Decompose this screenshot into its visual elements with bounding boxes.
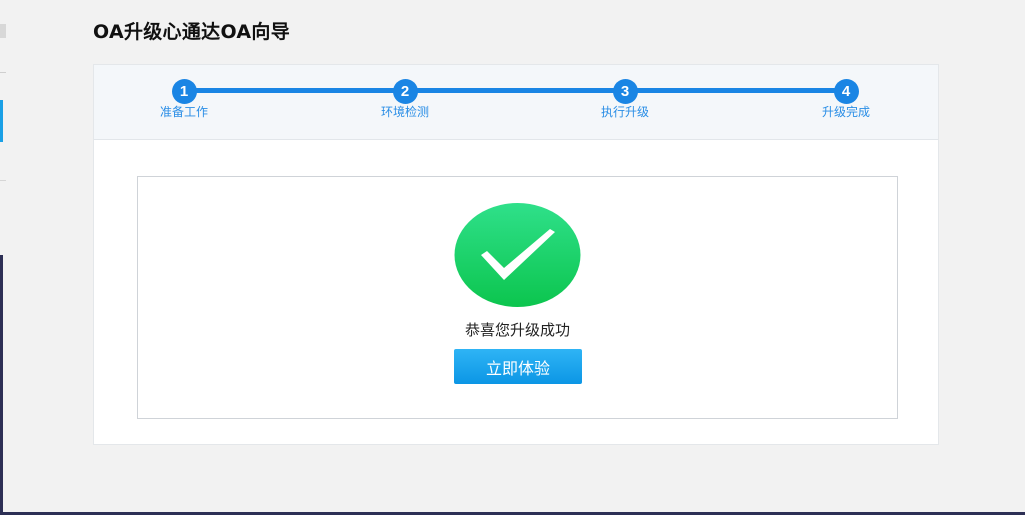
step-number-badge: 3 xyxy=(612,79,638,104)
success-message: 恭喜您升级成功 xyxy=(464,321,570,339)
background-window-edge xyxy=(0,24,6,38)
background-window-accent xyxy=(0,100,3,142)
background-window-divider xyxy=(0,180,6,181)
page-title: OA升级心通达OA向导 xyxy=(93,21,290,43)
step-label: 准备工作 xyxy=(159,105,208,119)
step-label: 升级完成 xyxy=(821,105,870,119)
step-number-badge: 4 xyxy=(833,79,859,104)
step-number-badge: 1 xyxy=(171,79,197,104)
step-progress-line xyxy=(184,88,846,93)
step-progress-bar: 1 准备工作 2 环境检测 3 执行升级 4 升级完成 xyxy=(94,65,938,140)
background-window-divider xyxy=(0,72,6,73)
step-label: 执行升级 xyxy=(600,105,649,119)
background-window-sidebar xyxy=(0,255,3,515)
check-circle-icon xyxy=(454,203,581,307)
step-label: 环境检测 xyxy=(380,105,429,119)
step-3: 3 执行升级 xyxy=(575,79,675,119)
step-1: 1 准备工作 xyxy=(134,79,234,119)
step-2: 2 环境检测 xyxy=(355,79,455,119)
upgrade-result-panel: 恭喜您升级成功 立即体验 xyxy=(137,176,898,419)
step-4: 4 升级完成 xyxy=(796,79,896,119)
upgrade-wizard: 1 准备工作 2 环境检测 3 执行升级 4 升级完成 恭喜您升级成功 立即体验 xyxy=(93,64,939,445)
try-now-button[interactable]: 立即体验 xyxy=(454,349,582,384)
step-number-badge: 2 xyxy=(392,79,418,104)
